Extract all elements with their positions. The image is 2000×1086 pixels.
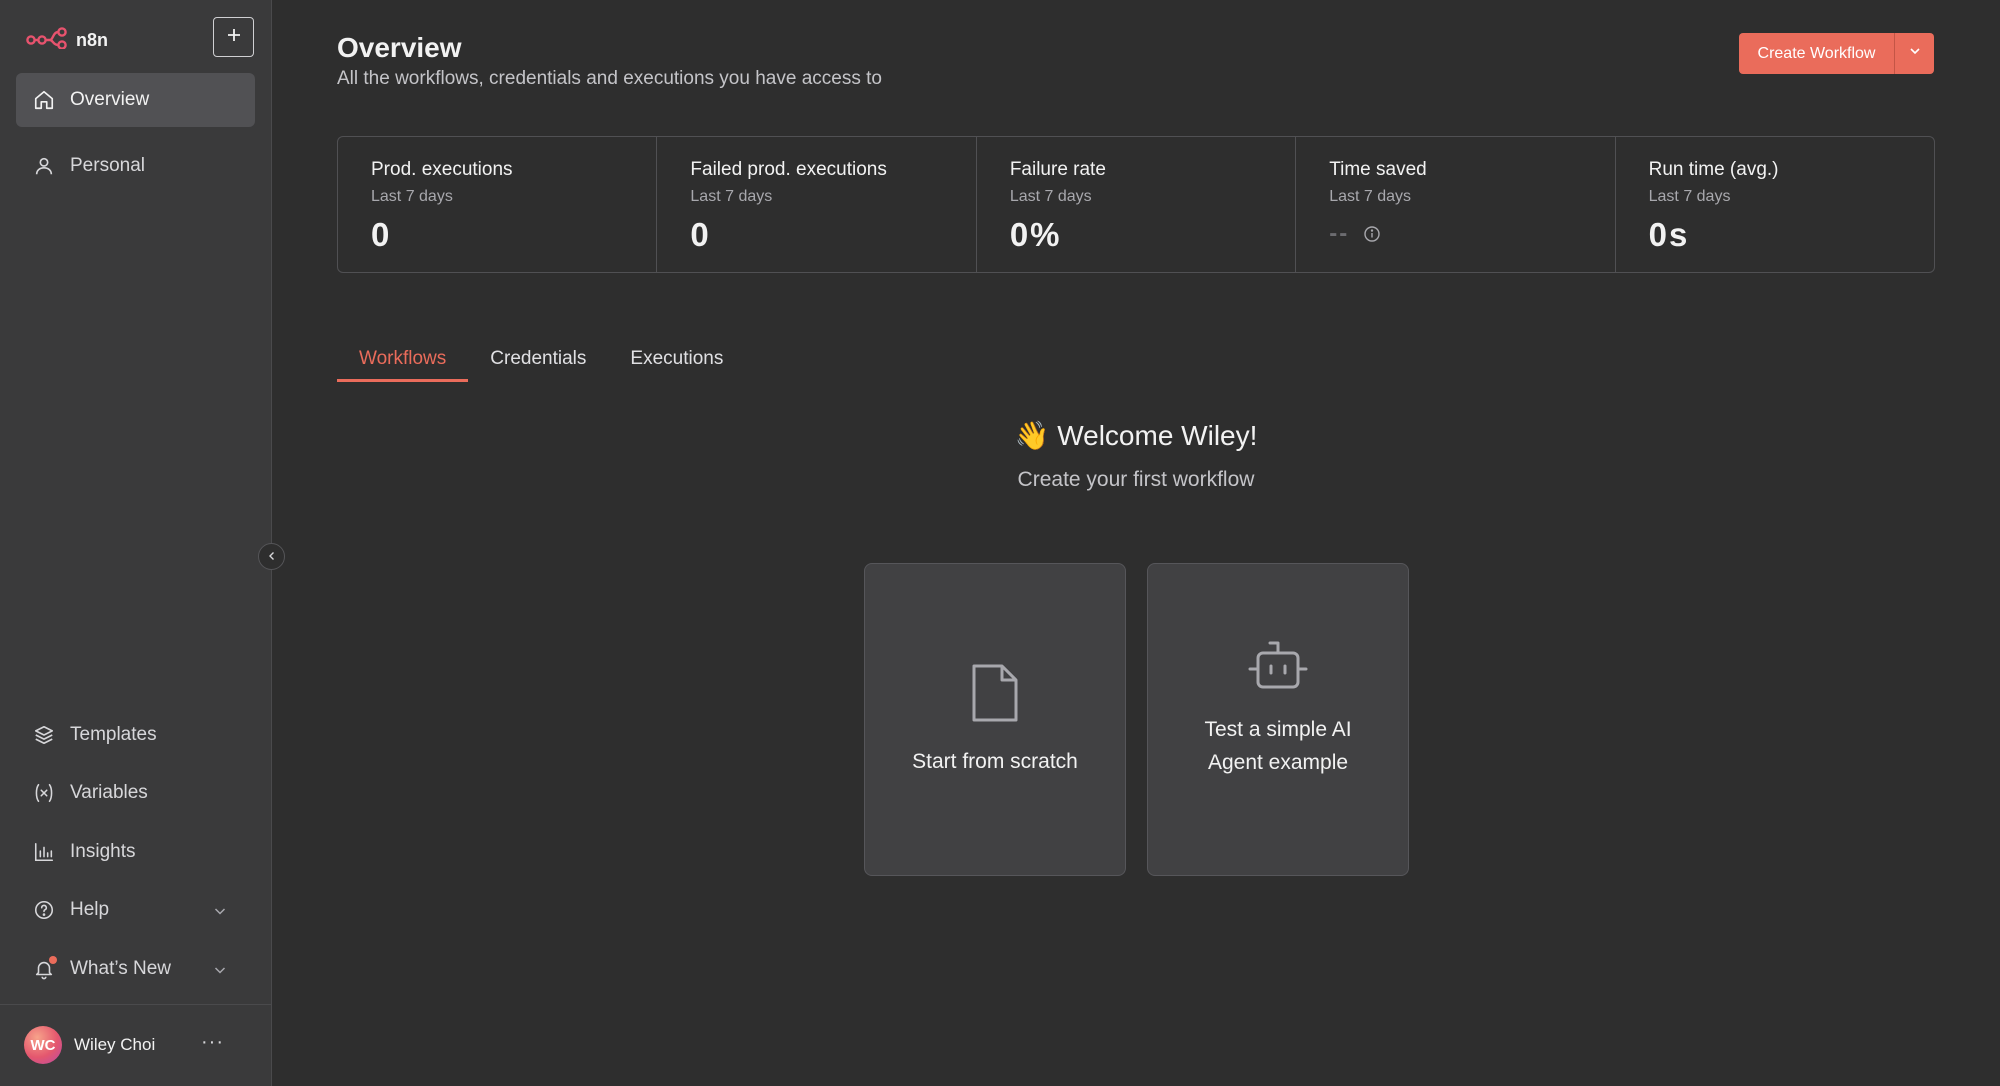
page-subtitle: All the workflows, credentials and execu… (337, 68, 882, 89)
sidebar-item-variables[interactable]: Variables (16, 766, 255, 820)
bell-icon (32, 956, 57, 981)
chevron-down-icon (213, 902, 227, 924)
create-workflow-dropdown[interactable] (1894, 33, 1934, 74)
sidebar: n8n Overview Personal Templates Variable… (0, 0, 285, 1086)
plus-icon (226, 27, 242, 48)
stat-period: Last 7 days (1648, 188, 1731, 205)
tabs: Workflows Credentials Executions (337, 338, 745, 382)
user-menu-button[interactable]: ··· (201, 1032, 224, 1052)
create-workflow-group: Create Workflow (1739, 33, 1934, 74)
stat-label: Time saved (1329, 159, 1427, 180)
sidebar-divider (0, 1004, 271, 1005)
sidebar-item-label: Templates (70, 724, 157, 745)
stat-label: Run time (avg.) (1648, 159, 1779, 180)
sidebar-item-templates[interactable]: Templates (16, 708, 255, 762)
page-title: Overview (337, 32, 462, 63)
card-label: Test a simple AI Agent example (1204, 718, 1352, 774)
sidebar-item-label: Insights (70, 841, 136, 862)
home-icon (32, 88, 56, 112)
help-circle-icon (32, 898, 56, 922)
welcome-subtitle: Create your first workflow (1017, 468, 1255, 491)
stat-period: Last 7 days (1329, 188, 1412, 205)
logo[interactable]: n8n (26, 26, 108, 54)
stat-period: Last 7 days (1009, 188, 1092, 205)
sidebar-item-help[interactable]: Help (16, 883, 255, 937)
stat-label: Failed prod. executions (690, 159, 887, 180)
sidebar-item-label: Variables (70, 782, 148, 803)
sidebar-item-insights[interactable]: Insights (16, 825, 255, 879)
welcome-heading: 👋 Welcome Wiley! (1014, 420, 1258, 451)
stat-failed-prod-executions[interactable]: Failed prod. executions Last 7 days 0 (657, 137, 977, 272)
sidebar-item-label: Help (70, 899, 110, 920)
file-icon (968, 662, 1022, 729)
bar-chart-icon (32, 840, 56, 864)
variable-icon (32, 781, 56, 805)
start-from-scratch-card[interactable]: Start from scratch (864, 563, 1126, 876)
n8n-logo-icon (26, 26, 68, 54)
chevron-down-icon (213, 961, 227, 983)
tab-credentials[interactable]: Credentials (468, 338, 608, 382)
sidebar-item-label: Personal (70, 155, 145, 176)
user-profile[interactable]: WC Wiley Choi ··· (24, 1026, 254, 1064)
logo-text: n8n (76, 29, 109, 50)
sidebar-item-label: What’s New (70, 958, 172, 979)
stat-time-saved[interactable]: Time saved Last 7 days -- (1296, 137, 1616, 272)
notification-dot (49, 956, 57, 964)
tab-executions[interactable]: Executions (608, 338, 745, 382)
stat-value-row: -- (1329, 220, 1614, 248)
stat-label: Prod. executions (371, 159, 513, 180)
info-icon[interactable] (1363, 225, 1381, 243)
stat-period: Last 7 days (690, 188, 773, 205)
stat-prod-executions[interactable]: Prod. executions Last 7 days 0 (338, 137, 658, 272)
new-resource-button[interactable] (213, 17, 254, 57)
collapse-sidebar-button[interactable] (258, 543, 285, 570)
box-icon (32, 723, 56, 747)
sidebar-item-personal[interactable]: Personal (16, 139, 255, 193)
stat-failure-rate[interactable]: Failure rate Last 7 days 0% (977, 137, 1297, 272)
create-workflow-button[interactable]: Create Workflow (1739, 33, 1894, 74)
stat-value: 0 (690, 216, 711, 253)
avatar: WC (24, 1026, 62, 1064)
sidebar-item-overview[interactable]: Overview (16, 73, 255, 127)
stat-run-time-avg[interactable]: Run time (avg.) Last 7 days 0s (1616, 137, 1934, 272)
sidebar-item-label: Overview (70, 89, 150, 110)
chevron-down-icon (1908, 44, 1922, 63)
insights-summary: Prod. executions Last 7 days 0 Failed pr… (337, 136, 1935, 273)
stat-value: 0 (371, 216, 392, 253)
user-icon (32, 154, 56, 178)
card-label: Start from scratch (912, 749, 1078, 773)
chevron-left-icon (267, 548, 277, 566)
stat-label: Failure rate (1009, 159, 1106, 180)
stat-period: Last 7 days (371, 188, 453, 205)
stat-value: 0% (1009, 216, 1062, 253)
user-name: Wiley Choi (74, 1035, 156, 1054)
tab-workflows[interactable]: Workflows (337, 338, 469, 382)
bot-icon (1247, 640, 1309, 697)
stat-value: 0s (1648, 216, 1690, 253)
stat-value: -- (1329, 220, 1350, 247)
sidebar-item-whats-new[interactable]: What’s New (16, 942, 255, 996)
ai-agent-example-card[interactable]: Test a simple AI Agent example (1147, 563, 1409, 876)
